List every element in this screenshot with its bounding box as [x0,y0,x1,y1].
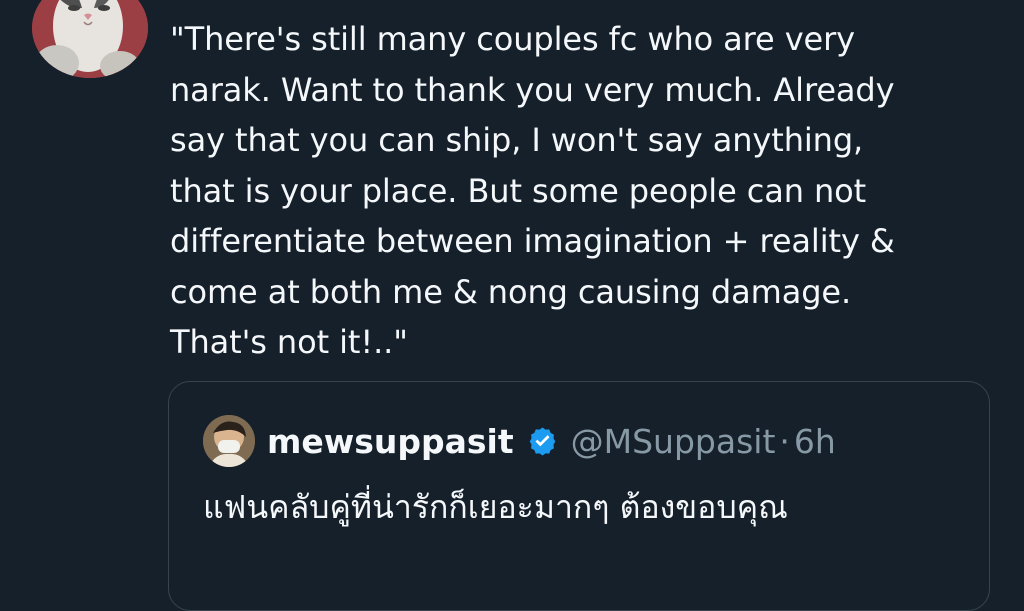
quoted-handle[interactable]: @MSuppasit [571,422,776,461]
quoted-tweet-text: แฟนคลับคู่ที่น่ารักก็เยอะมากๆ ต้องขอบคุณ [203,488,788,526]
quoted-tweet-card[interactable]: mewsuppasit @MSuppasit · 6h แฟนคลับคู่ที… [168,381,990,611]
tweet-text-line: come at both me & nong causing damage. [170,272,852,311]
quoted-tweet-header: mewsuppasit @MSuppasit · 6h [203,415,836,467]
metadata-separator: · [779,421,790,461]
quoted-author-avatar[interactable] [203,415,255,467]
quoted-timestamp[interactable]: 6h [794,422,836,461]
tweet-body: "There's still many couples fc who are v… [170,14,980,368]
person-avatar-image [203,415,255,467]
verified-badge-icon [529,426,555,456]
author-avatar[interactable] [32,0,148,78]
tweet-text-line: that is your place. But some people can … [170,171,867,210]
quoted-display-name[interactable]: mewsuppasit [267,422,514,461]
tweet-text-line: narak. Want to thank you very much. Alre… [170,70,895,109]
tweet-text-line: say that you can ship, I won't say anyth… [170,121,864,159]
tweet-text-line: "There's still many couples fc who are v… [170,20,856,58]
tweet-text-line: That's not it!.." [170,323,408,361]
tweet-text-line: differentiate between imagination + real… [170,222,895,260]
cat-avatar-image [32,0,148,78]
